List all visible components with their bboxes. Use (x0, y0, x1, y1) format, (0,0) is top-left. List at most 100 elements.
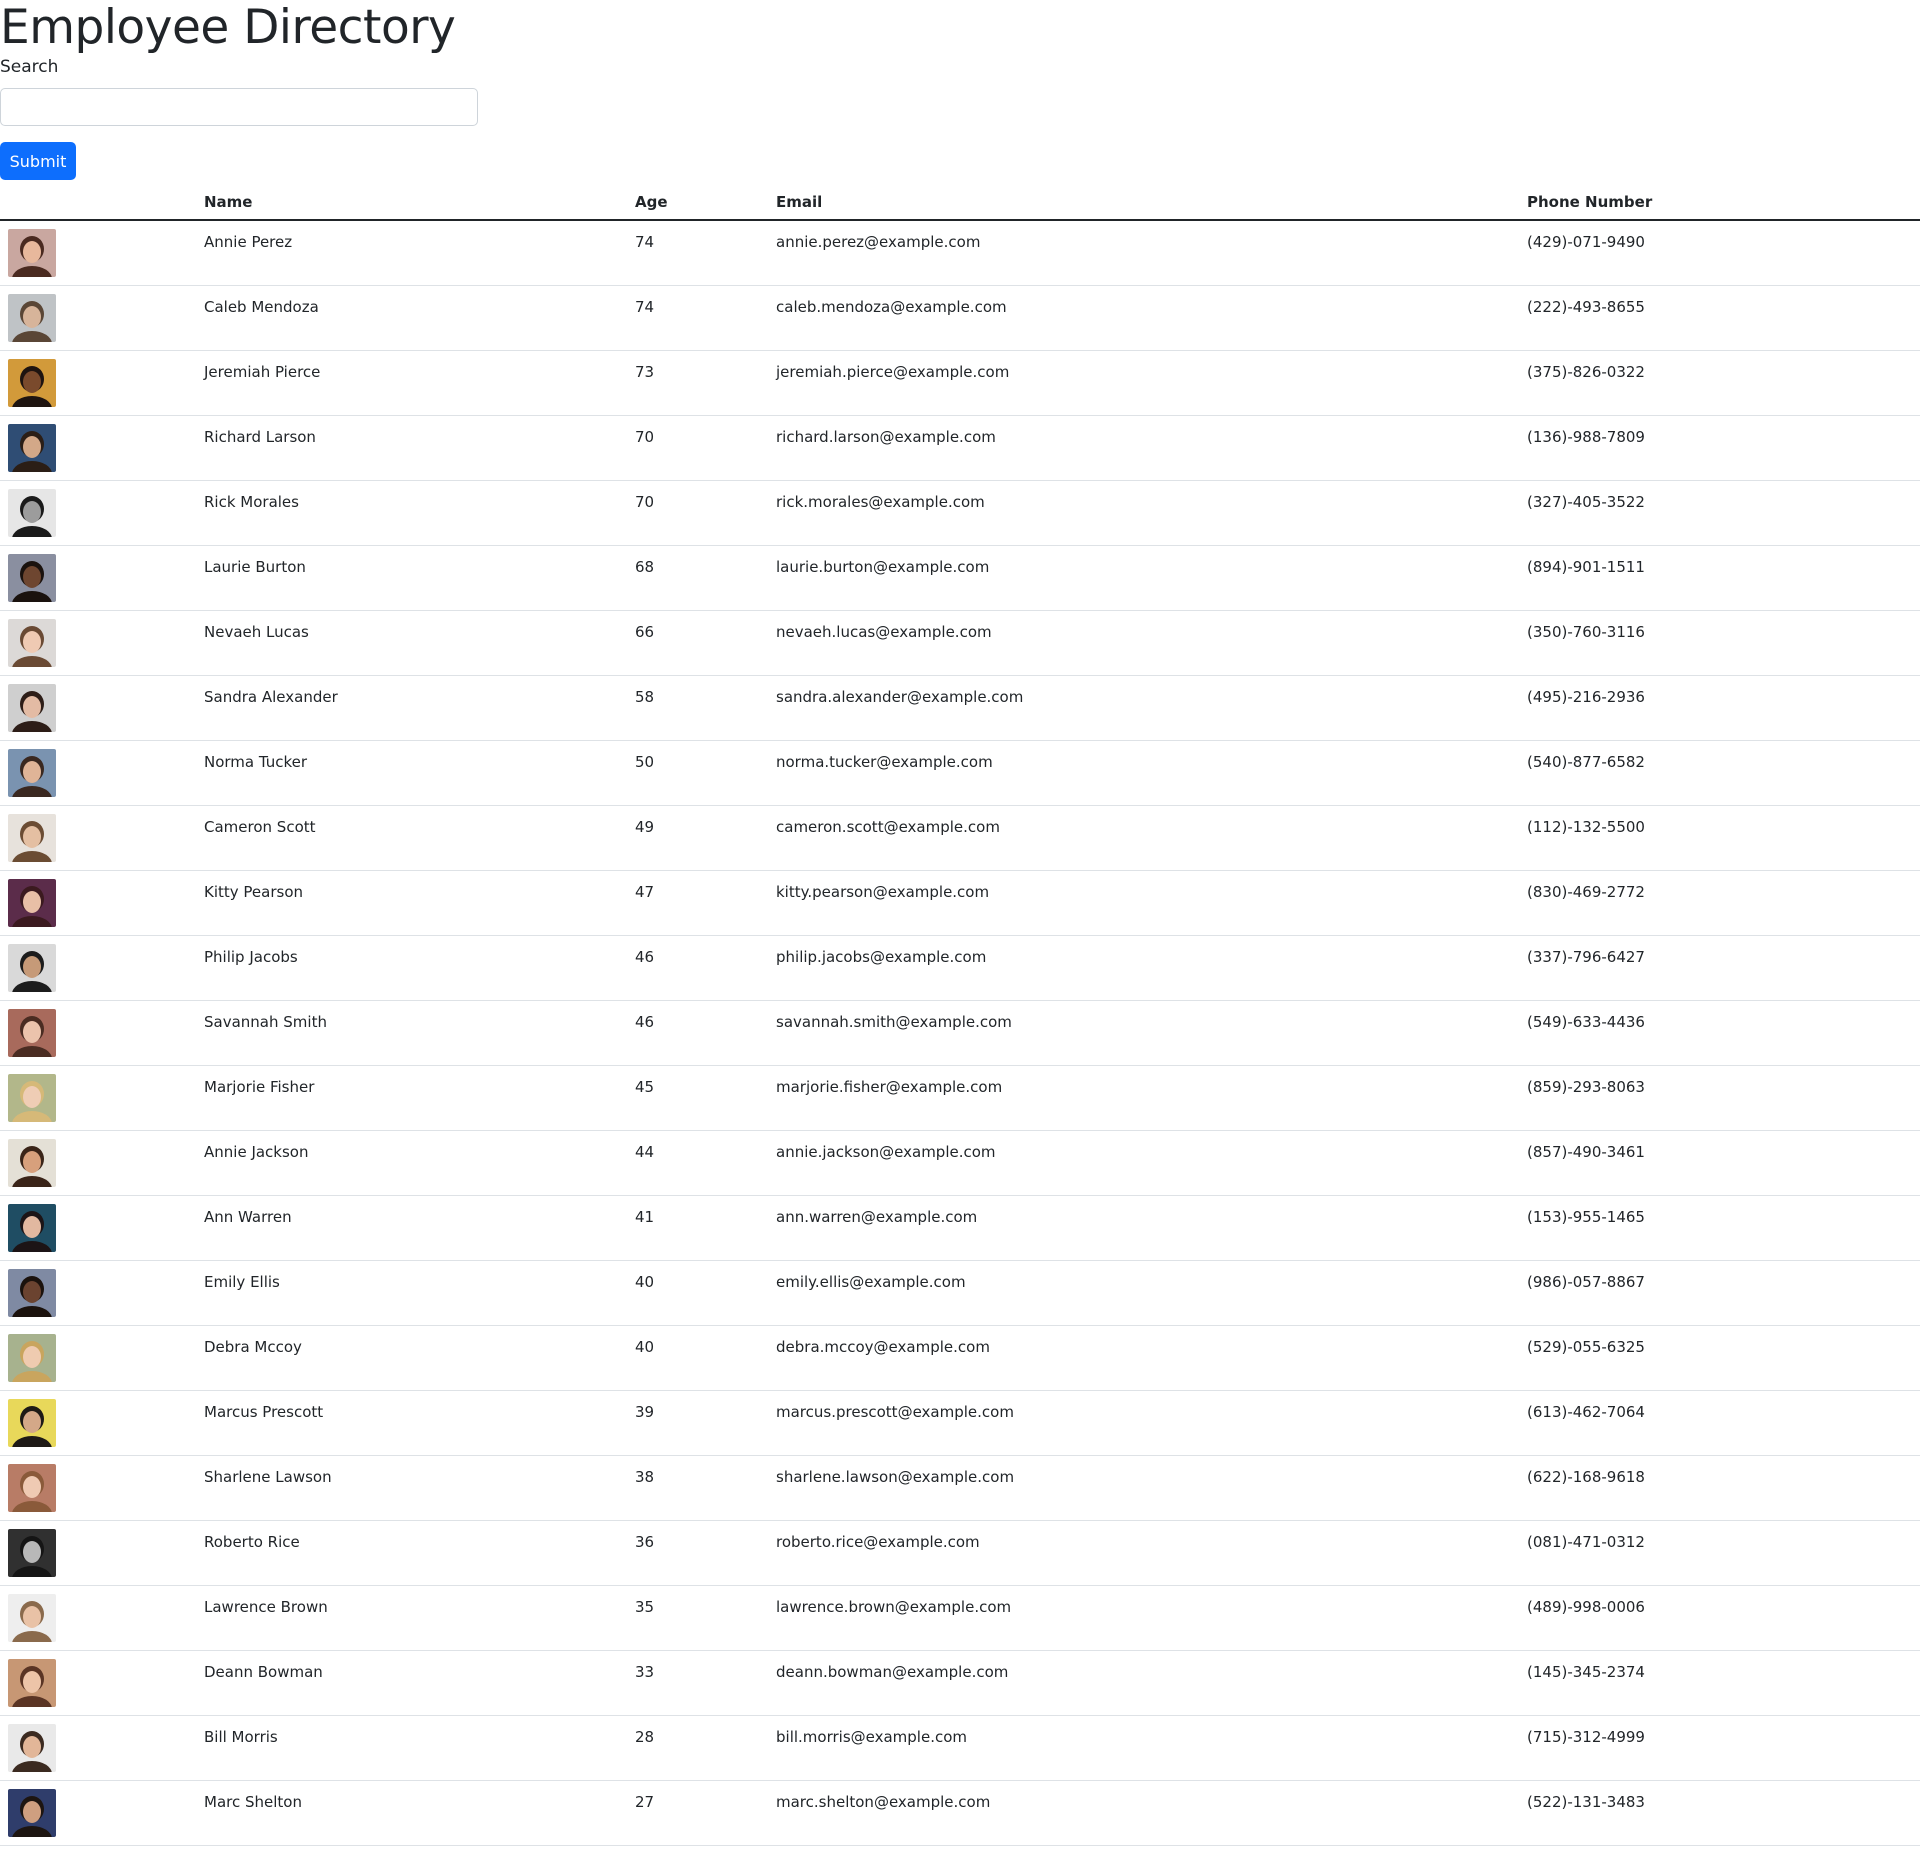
avatar (8, 1658, 56, 1707)
employee-phone-cell: (222)-493-8655 (1527, 285, 1920, 351)
employee-email: laurie.burton@example.com (776, 557, 990, 576)
employee-name: Roberto Rice (204, 1532, 300, 1551)
employee-age: 35 (635, 1597, 655, 1616)
employee-name: Deann Bowman (204, 1662, 323, 1681)
employee-email: roberto.rice@example.com (776, 1532, 980, 1551)
employee-age-cell: 40 (635, 1260, 776, 1326)
table-row: Debra Mccoy 40 debra.mccoy@example.com (529… (0, 1325, 1920, 1391)
employee-email: sharlene.lawson@example.com (776, 1467, 1015, 1486)
table-row: Savannah Smith 46 savannah.smith@example.c… (0, 1000, 1920, 1066)
employee-name: Caleb Mendoza (204, 297, 319, 316)
avatar (8, 1333, 56, 1382)
avatar-photo (8, 943, 56, 992)
table-row: Richard Larson 70 richard.larson@example.c… (0, 415, 1920, 481)
avatar (8, 1008, 56, 1057)
employee-name-cell: Caleb Mendoza (204, 285, 635, 351)
submit-button[interactable]: Submit (0, 142, 76, 180)
table-row: Cameron Scott 49 cameron.scott@example.com… (0, 805, 1920, 871)
employee-email-cell: annie.perez@example.com (776, 220, 1527, 286)
employee-email-cell: lawrence.brown@example.com (776, 1585, 1527, 1651)
employee-age: 36 (635, 1532, 655, 1551)
employee-age-cell: 27 (635, 1780, 776, 1846)
employee-email-cell: marc.shelton@example.com (776, 1780, 1527, 1846)
employee-name-cell: Marjorie Fisher (204, 1065, 635, 1131)
employee-name: Laurie Burton (204, 557, 306, 576)
employee-email: cameron.scott@example.com (776, 817, 1000, 836)
employee-phone-cell: (495)-216-2936 (1527, 675, 1920, 741)
employee-phone: (549)-633-4436 (1527, 1012, 1645, 1031)
avatar-photo (8, 1203, 56, 1252)
employee-age-cell: 45 (635, 1065, 776, 1131)
employee-name-cell: Sandra Alexander (204, 675, 635, 741)
employee-name-cell: Marc Shelton (204, 1780, 635, 1846)
employee-name: Debra Mccoy (204, 1337, 302, 1356)
employee-phone: (522)-131-3483 (1527, 1792, 1645, 1811)
employee-phone: (495)-216-2936 (1527, 687, 1645, 706)
table-row: Caleb Mendoza 74 caleb.mendoza@example.com… (0, 285, 1920, 351)
employee-name: Nevaeh Lucas (204, 622, 309, 641)
avatar-photo (8, 618, 56, 667)
photo-cell (0, 740, 204, 806)
search-input[interactable] (0, 88, 478, 126)
employee-email-cell: philip.jacobs@example.com (776, 935, 1527, 1001)
photo-cell (0, 1455, 204, 1521)
photo-cell (0, 1585, 204, 1651)
employee-age: 68 (635, 557, 655, 576)
employee-age: 40 (635, 1337, 655, 1356)
employee-name: Annie Jackson (204, 1142, 309, 1161)
employee-name-cell: Roberto Rice (204, 1520, 635, 1586)
employee-name-cell: Kitty Pearson (204, 870, 635, 936)
avatar-photo (8, 553, 56, 602)
table-row: Kitty Pearson 47 kitty.pearson@example.com… (0, 870, 1920, 936)
employee-name: Philip Jacobs (204, 947, 298, 966)
avatar-photo (8, 878, 56, 927)
avatar (8, 358, 56, 407)
employee-age: 70 (635, 427, 655, 446)
table-row: Sandra Alexander 58 sandra.alexander@examp… (0, 675, 1920, 741)
avatar-photo (8, 1658, 56, 1707)
employee-age: 50 (635, 752, 655, 771)
employee-name: Norma Tucker (204, 752, 308, 771)
photo-cell (0, 415, 204, 481)
employee-phone: (857)-490-3461 (1527, 1142, 1645, 1161)
photo-cell (0, 870, 204, 936)
photo-cell (0, 675, 204, 741)
table-row: Norma Tucker 50 norma.tucker@example.com (5… (0, 740, 1920, 806)
employee-phone-cell: (857)-490-3461 (1527, 1130, 1920, 1196)
employee-phone: (145)-345-2374 (1527, 1662, 1645, 1681)
employee-age: 39 (635, 1402, 655, 1421)
employee-phone-cell: (375)-826-0322 (1527, 350, 1920, 416)
employee-name: Jeremiah Pierce (204, 362, 321, 381)
employee-age: 46 (635, 1012, 655, 1031)
employee-name-cell: Richard Larson (204, 415, 635, 481)
employee-phone: (429)-071-9490 (1527, 233, 1645, 251)
employee-age-cell: 41 (635, 1195, 776, 1261)
employee-phone: (894)-901-1511 (1527, 557, 1645, 576)
employee-name-cell: Nevaeh Lucas (204, 610, 635, 676)
employee-phone-cell: (894)-901-1511 (1527, 545, 1920, 611)
avatar-photo (8, 1723, 56, 1772)
employee-phone: (830)-469-2772 (1527, 882, 1645, 901)
employee-name: Lawrence Brown (204, 1597, 328, 1616)
employee-email-cell: rick.morales@example.com (776, 480, 1527, 546)
employee-name-cell: Debra Mccoy (204, 1325, 635, 1391)
employee-name-cell: Philip Jacobs (204, 935, 635, 1001)
employee-phone: (136)-988-7809 (1527, 427, 1645, 446)
table-row: Marjorie Fisher 45 marjorie.fisher@example… (0, 1065, 1920, 1131)
photo-cell (0, 1780, 204, 1846)
employee-phone: (529)-055-6325 (1527, 1337, 1645, 1356)
employee-name: Sandra Alexander (204, 687, 338, 706)
avatar (8, 293, 56, 342)
employee-phone: (337)-796-6427 (1527, 947, 1645, 966)
employee-phone-cell: (613)-462-7064 (1527, 1390, 1920, 1456)
employee-age: 74 (635, 297, 655, 316)
table-row: Annie Perez 74 annie.perez@example.com (429… (0, 220, 1920, 286)
employee-name: Richard Larson (204, 427, 316, 446)
employee-phone-cell: (522)-131-3483 (1527, 1780, 1920, 1846)
table-row: Ann Warren 41 ann.warren@example.com (153)-… (0, 1195, 1920, 1261)
employee-name-cell: Rick Morales (204, 480, 635, 546)
photo-cell (0, 1390, 204, 1456)
employee-age: 66 (635, 622, 655, 641)
employee-email: richard.larson@example.com (776, 427, 996, 446)
employee-email: rick.morales@example.com (776, 492, 985, 511)
